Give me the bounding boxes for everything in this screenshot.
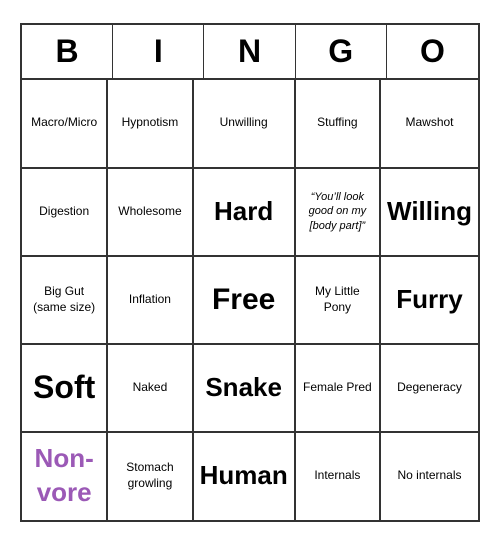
bingo-cell: Macro/Micro [22, 80, 107, 168]
bingo-cell: Hard [193, 168, 295, 256]
header-letter: G [296, 25, 387, 78]
bingo-cell: Inflation [107, 256, 192, 344]
header-letter: O [387, 25, 478, 78]
bingo-cell: Digestion [22, 168, 107, 256]
bingo-cell: Wholesome [107, 168, 192, 256]
bingo-cell: Mawshot [380, 80, 478, 168]
bingo-cell: Unwilling [193, 80, 295, 168]
header-letter: B [22, 25, 113, 78]
bingo-cell: Stuffing [295, 80, 380, 168]
bingo-cell: Stomach growling [107, 432, 192, 520]
bingo-card: BINGO Macro/MicroHypnotismUnwillingStuff… [20, 23, 480, 522]
bingo-cell: Human [193, 432, 295, 520]
bingo-cell: My Little Pony [295, 256, 380, 344]
header-letter: I [113, 25, 204, 78]
bingo-cell: “You’ll look good on my [body part]” [295, 168, 380, 256]
bingo-grid: Macro/MicroHypnotismUnwillingStuffingMaw… [22, 80, 478, 520]
bingo-cell: Hypnotism [107, 80, 192, 168]
header-letter: N [204, 25, 295, 78]
bingo-cell: Free [193, 256, 295, 344]
bingo-header: BINGO [22, 25, 478, 80]
bingo-cell: Willing [380, 168, 478, 256]
bingo-cell: No internals [380, 432, 478, 520]
bingo-cell: Degeneracy [380, 344, 478, 432]
bingo-cell: Soft [22, 344, 107, 432]
bingo-cell: Naked [107, 344, 192, 432]
bingo-cell: Snake [193, 344, 295, 432]
bingo-cell: Big Gut (same size) [22, 256, 107, 344]
bingo-cell: Furry [380, 256, 478, 344]
bingo-cell: Female Pred [295, 344, 380, 432]
bingo-cell: Non-vore [22, 432, 107, 520]
bingo-cell: Internals [295, 432, 380, 520]
